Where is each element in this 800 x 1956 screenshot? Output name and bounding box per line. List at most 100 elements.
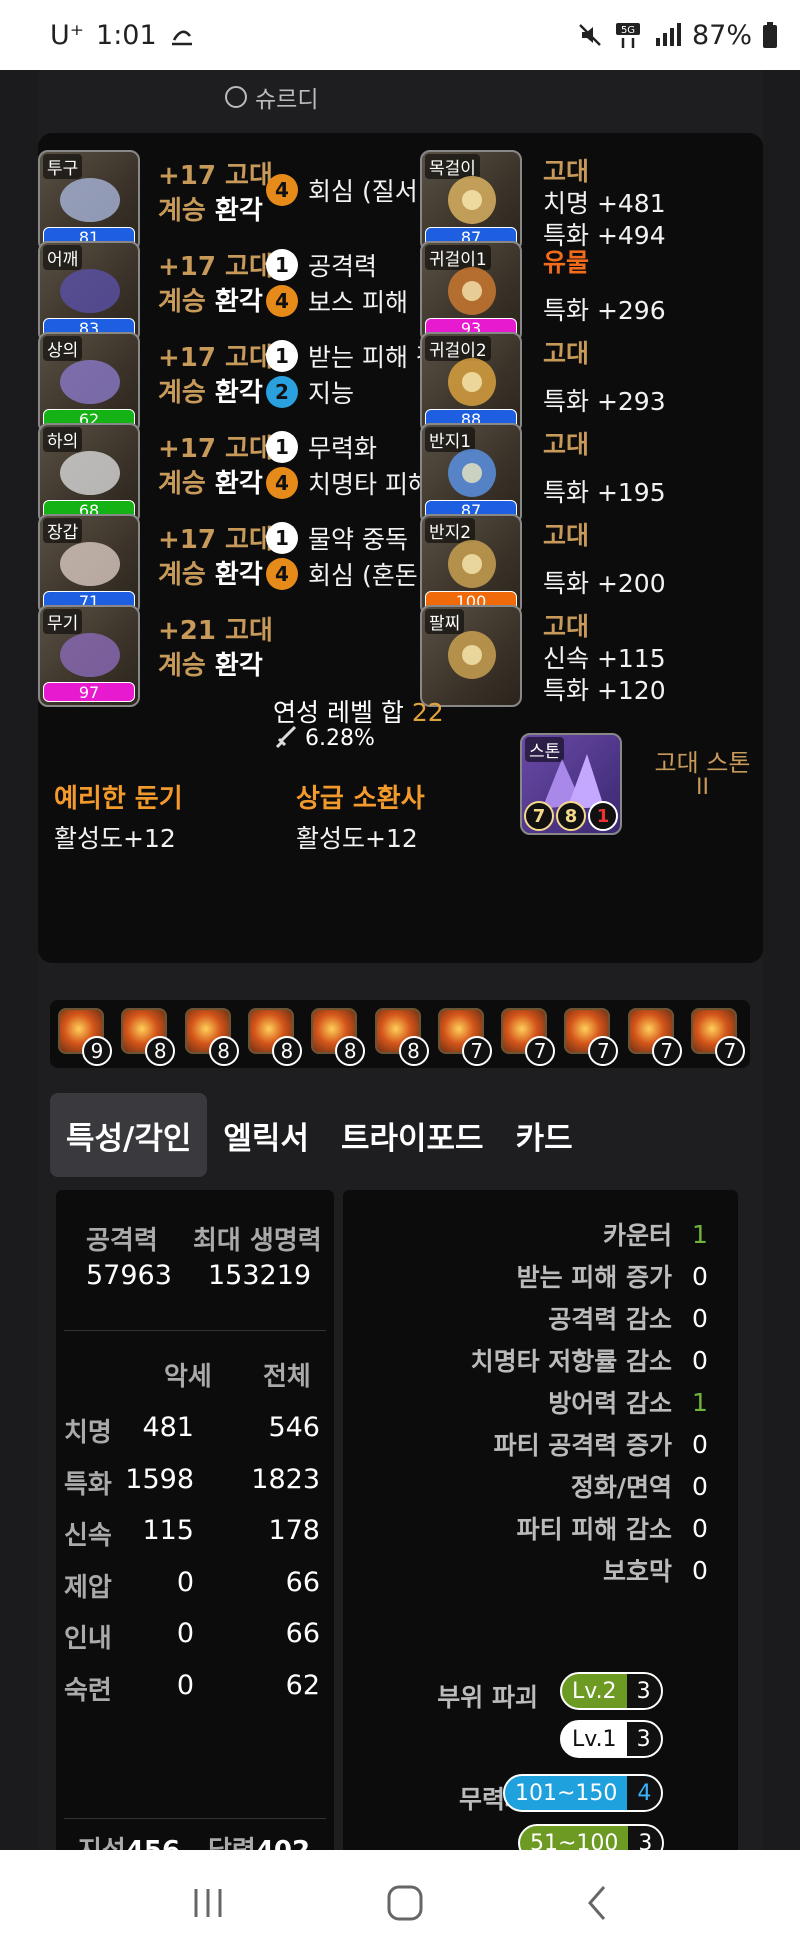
system-nav-bar [0,1850,800,1956]
gear-icon [60,360,120,404]
gem-slot[interactable]: 8 [311,1008,366,1066]
gear-slot-4[interactable]: 장갑 71 [38,514,140,616]
set-name-2: 상급 소환사 [296,784,425,814]
tab-bar: 특성/각인 엘릭서 트라이포드 카드 [50,1093,589,1177]
accessory-slot-1[interactable]: 귀걸이1 93 [420,241,522,343]
gem-slot[interactable]: 7 [437,1008,492,1066]
stat-total-value: 1823 [251,1463,320,1495]
gem-slot[interactable]: 8 [374,1008,429,1066]
stat-name: 특화 [64,1469,112,1500]
tab-tripod[interactable]: 트라이포드 [325,1093,500,1177]
engraving-level: 1 [266,249,298,281]
gear-upgrade: +21 고대 [158,616,273,646]
accessory-icon [448,267,496,315]
engraving-level: 1 [266,431,298,463]
recent-apps-icon[interactable] [188,1885,228,1921]
effect-value: 0 [692,1261,708,1291]
stat-acc-value: 0 [176,1566,194,1598]
stat-total-value: 546 [268,1412,320,1443]
gem-level: 9 [82,1036,112,1066]
effect-value: 0 [692,1555,708,1585]
engraving-name: 공격력 [308,252,378,281]
accessory-stat: 특화 +293 [543,387,666,416]
accessory-grade: 유물 [543,248,590,277]
tab-engraving[interactable]: 특성/각인 [50,1093,208,1177]
accessory-icon [448,449,496,497]
gem-bar: 9 8 8 8 8 8 7 7 7 7 7 [50,1000,750,1068]
engraving-3-1: 4 치명타 피해 [266,465,431,501]
accessory-slot-5[interactable]: 팔찌 [420,605,522,707]
gear-slot-3[interactable]: 하의 68 [38,423,140,525]
accessory-grade: 고대 [543,612,590,641]
gem-slot[interactable]: 8 [247,1008,302,1066]
set-name-1: 예리한 둔기 [54,784,183,814]
gem-level: 8 [335,1036,366,1066]
stone-num-2: 8 [556,801,586,831]
transcend-percent: 6.28% [273,725,375,751]
accessory-stat: 특화 +296 [543,296,666,325]
stat-name: 신속 [64,1521,112,1551]
tab-elixir[interactable]: 엘릭서 [207,1093,325,1177]
gem-slot[interactable]: 8 [184,1008,239,1066]
tab-card[interactable]: 카드 [500,1093,589,1177]
divider [64,1818,326,1819]
home-icon[interactable] [385,1883,425,1923]
hp-label: 최대 생명력 [193,1226,322,1256]
stat-acc-value: 1598 [125,1463,194,1495]
gear-slot-2[interactable]: 상의 62 [38,332,140,434]
accessory-icon [448,631,496,679]
status-bar: U⁺ 1:01 5G 87% [0,0,800,70]
engraving-name: 무력화 [308,434,378,463]
gear-tier: 계승 환각 [158,651,263,681]
effect-name: 받는 피해 증가 [516,1263,672,1292]
gem-level: 8 [398,1036,429,1066]
gear-tier: 계승 환각 [158,378,263,408]
accessory-slot-0[interactable]: 목걸이 87 [420,150,522,252]
transcend-label: 연성 레벨 합 22 [273,698,444,727]
gear-icon [60,633,120,677]
col-total: 전체 [263,1362,311,1392]
accessory-slot-4[interactable]: 반지2 100 [420,514,522,616]
sword-icon [275,725,297,749]
gear-slot-1[interactable]: 어깨 83 [38,241,140,343]
stone-slot[interactable]: 스톤 7 8 1 [520,733,622,835]
selector-row[interactable]: 슈르디 [225,80,318,114]
engraving-name: 지능 [308,379,355,408]
engraving-4-0: 1 물약 중독 [266,520,408,556]
gem-slot[interactable]: 7 [627,1008,682,1066]
gear-slot-0[interactable]: 투구 81 [38,150,140,252]
part-break-lv2-pill: Lv.2 3 [560,1672,663,1710]
accessory-stat: 특화 +200 [543,569,666,598]
gear-slot-5[interactable]: 무기 97 [38,605,140,707]
gem-slot[interactable]: 7 [564,1008,619,1066]
gear-icon [60,542,120,586]
gem-slot[interactable]: 9 [58,1008,112,1066]
gear-tier: 계승 환각 [158,287,263,317]
gear-upgrade: +17 고대 [158,525,273,555]
accessory-stat: 특화 +195 [543,478,666,507]
gem-slot[interactable]: 8 [121,1008,176,1066]
accessory-grade: 고대 [543,157,590,186]
stats-panel: 공격력 최대 생명력 57963 153219 악세 전체 치명 481 546… [56,1190,334,1850]
battle-effects-panel: 카운터 1 받는 피해 증가 0 공격력 감소 0 치명타 저항률 감소 0 방… [343,1190,738,1850]
battery-icon [763,22,777,48]
accessory-slot-2[interactable]: 귀걸이2 88 [420,332,522,434]
gem-level: 8 [145,1036,176,1066]
hp-value: 153219 [208,1260,312,1291]
stat-acc-value: 481 [142,1412,194,1443]
back-icon[interactable] [582,1883,612,1923]
accessory-grade: 고대 [543,430,590,459]
gem-slot[interactable]: 7 [501,1008,556,1066]
sync-icon [171,30,192,46]
accessory-icon [448,176,496,224]
engraving-0-0: 4 회심 (질서) [266,172,427,208]
engraving-level: 2 [266,376,298,408]
gem-slot[interactable]: 7 [691,1008,745,1066]
engraving-level: 1 [266,522,298,554]
engraving-4-1: 4 회심 (혼돈) [266,556,427,592]
accessory-slot-3[interactable]: 반지1 87 [420,423,522,525]
set-value-2: 활성도+12 [296,824,418,853]
effect-row: 공격력 감소 0 [548,1300,708,1336]
gem-level: 7 [715,1036,745,1066]
effect-value: 0 [692,1345,708,1375]
